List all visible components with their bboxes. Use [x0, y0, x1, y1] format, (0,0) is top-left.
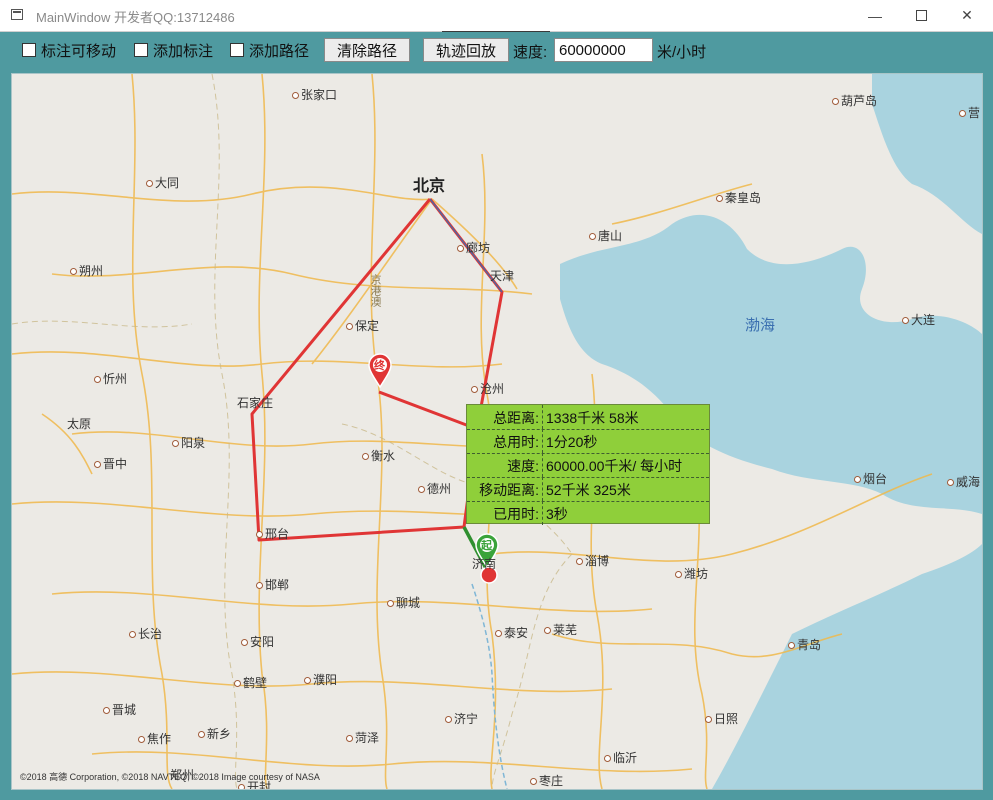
city-label: 晋城 [103, 701, 136, 718]
city-label: 忻州 [94, 370, 127, 387]
maximize-button[interactable] [898, 0, 944, 31]
city-label: 淄博 [576, 552, 609, 569]
main-window: MainWindow 开发者QQ:13712486 — ✕ 标注可移动 添加标注… [0, 0, 993, 800]
city-label: 朔州 [70, 262, 103, 279]
city-label: 晋中 [94, 455, 127, 472]
city-label: 聊城 [387, 594, 420, 611]
sea-label: 渤海 [745, 317, 776, 334]
window-title: MainWindow 开发者QQ:13712486 [36, 10, 235, 25]
info-row: 移动距离: 52千米 325米 [467, 477, 709, 502]
route-path-end [378, 390, 478, 431]
city-label: 唐山 [589, 227, 622, 244]
highway-label: 京港澳 [369, 274, 381, 307]
title-bar: MainWindow 开发者QQ:13712486 — ✕ [0, 0, 993, 38]
city-label: 泰安 [495, 624, 528, 641]
city-label: 长治 [129, 625, 162, 642]
map-copyright: ©2018 高德 Corporation, ©2018 NAVTEQ, ©201… [20, 772, 320, 782]
maximize-icon [915, 10, 927, 21]
clear-path-button[interactable]: 清除路径 [324, 38, 410, 62]
city-label: 邢台 [256, 525, 289, 542]
city-label: 邯郸 [256, 576, 289, 593]
city-label: 鹤壁 [234, 674, 267, 691]
city-label: 济宁 [445, 710, 478, 727]
speed-label: 速度: [513, 44, 548, 61]
replay-button[interactable]: 轨迹回放 [423, 38, 509, 62]
city-label: 大同 [146, 174, 179, 191]
city-label: 保定 [346, 317, 379, 334]
city-label: 葫芦岛 [832, 92, 877, 109]
city-label: 德州 [418, 480, 451, 497]
city-label: 北京 [413, 178, 446, 195]
city-label: 濮阳 [304, 671, 337, 688]
checkbox-box[interactable] [230, 43, 244, 57]
city-label: 威海 [947, 473, 980, 490]
info-row: 总距离: 1338千米 58米 [467, 405, 709, 430]
city-label: 莱芜 [544, 621, 577, 638]
city-label: 张家口 [292, 86, 337, 103]
city-label: 临沂 [604, 749, 637, 766]
city-label: 新乡 [198, 725, 231, 742]
toolbar: 标注可移动 添加标注 添加路径 清除路径 轨迹回放 速度: 米/小时 [0, 32, 993, 72]
city-label: 枣庄 [530, 772, 563, 789]
city-label: 济南 [472, 557, 497, 571]
city-label: 石家庄 [237, 396, 274, 410]
minimize-button[interactable]: — [852, 0, 898, 31]
city-label: 焦作 [138, 730, 171, 747]
city-label: 秦皇岛 [716, 189, 761, 206]
speed-input[interactable] [554, 38, 653, 62]
city-label: 天津 [490, 269, 515, 283]
close-button[interactable]: ✕ [944, 0, 990, 31]
city-label: 太原 [67, 417, 92, 431]
info-panel: 总距离: 1338千米 58米 总用时: 1分20秒 速度: 60000.00千米/ … [466, 404, 710, 525]
start-marker-label: 起 [481, 540, 492, 552]
city-label: 大连 [902, 311, 935, 328]
close-icon: ✕ [961, 7, 973, 23]
add-path-checkbox[interactable]: 添加路径 [230, 40, 309, 60]
city-label: 青岛 [788, 636, 821, 653]
add-marker-checkbox[interactable]: 添加标注 [134, 40, 213, 60]
speed-unit: 米/小时 [657, 44, 707, 61]
end-marker-label: 终 [374, 360, 385, 372]
city-label: 营 [959, 104, 980, 121]
city-label: 衡水 [362, 447, 395, 464]
movable-checkbox[interactable]: 标注可移动 [22, 40, 116, 60]
add-path-checkbox-label: 添加路径 [249, 42, 310, 60]
info-row: 速度: 60000.00千米/ 每小时 [467, 453, 709, 478]
info-row: 总用时: 1分20秒 [467, 429, 709, 454]
map-view[interactable]: 终 起 北京 天津 廊坊 保定 石家庄 太原 大同 张家口 朔州 忻州 阳泉 晋… [11, 73, 983, 790]
minimize-icon: — [868, 7, 882, 24]
checkbox-box[interactable] [22, 43, 36, 57]
city-label: 日照 [705, 710, 738, 727]
city-label: 烟台 [854, 470, 887, 487]
city-label: 潍坊 [675, 565, 708, 582]
movable-checkbox-label: 标注可移动 [41, 42, 117, 60]
add-marker-checkbox-label: 添加标注 [153, 42, 214, 60]
city-label: 安阳 [241, 633, 274, 650]
city-label: 阳泉 [172, 434, 205, 451]
checkbox-box[interactable] [134, 43, 148, 57]
yellow-sea-south [712, 544, 982, 789]
city-label: 沧州 [471, 380, 504, 397]
info-row: 已用时: 3秒 [467, 501, 709, 525]
city-label: 廊坊 [457, 239, 490, 256]
yellow-sea [872, 74, 982, 234]
app-icon [11, 9, 23, 20]
city-label: 菏泽 [346, 729, 379, 746]
